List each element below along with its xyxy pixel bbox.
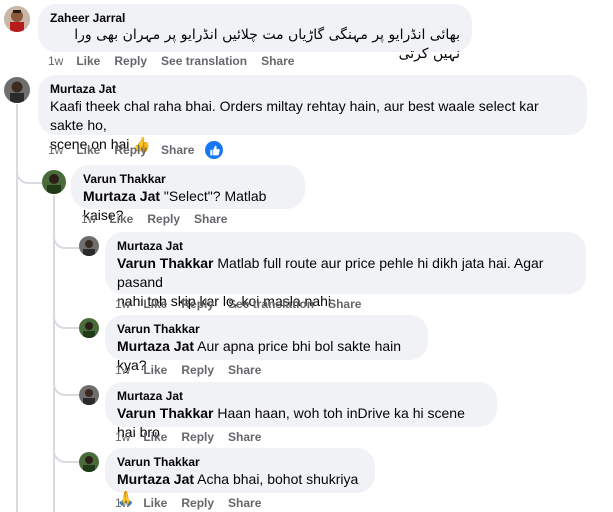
comment-actions: 1w Like Reply See translation Share (115, 297, 375, 311)
comment-bubble: Murtaza Jat Kaafi theek chal raha bhai. … (38, 75, 587, 152)
thumbs-up-icon (210, 145, 220, 155)
reply-button[interactable]: Reply (114, 54, 147, 68)
like-button[interactable]: Like (76, 54, 100, 68)
reply-button[interactable]: Reply (181, 496, 214, 510)
comment-time[interactable]: 1w (115, 496, 130, 510)
reply-button[interactable]: Reply (181, 430, 214, 444)
thread-curve (53, 305, 81, 329)
see-translation-link[interactable]: See translation (228, 297, 314, 311)
like-button[interactable]: Like (143, 496, 167, 510)
user-avatar-icon (79, 236, 99, 256)
comment-author[interactable]: Murtaza Jat (117, 239, 574, 254)
comment-time[interactable]: 1w (115, 363, 130, 377)
comment-actions: 1w Like Reply Share (115, 496, 275, 510)
comment-author[interactable]: Varun Thakkar (117, 322, 416, 337)
comment-time[interactable]: 1w (115, 297, 130, 311)
thread-curve (53, 225, 81, 249)
comment-author[interactable]: Murtaza Jat (50, 82, 575, 97)
user-avatar-icon (79, 385, 99, 405)
thread-curve (53, 439, 81, 463)
avatar[interactable] (79, 236, 99, 256)
avatar[interactable] (79, 452, 99, 472)
like-button[interactable]: Like (143, 363, 167, 377)
avatar[interactable] (4, 6, 30, 32)
user-avatar-icon (4, 6, 30, 32)
comment-text: Acha bhai, bohot shukriya (197, 471, 359, 487)
comment-actions: 1w Like Reply Share (115, 363, 275, 377)
comment-time[interactable]: 1w (81, 212, 96, 226)
like-reaction-icon[interactable] (205, 141, 224, 159)
comment-actions: 1w Like Reply See translation Share (48, 54, 308, 68)
share-button[interactable]: Share (228, 363, 261, 377)
thread-curve (53, 372, 81, 396)
comment-bubble: Zaheer Jarral بھائی انڈرایو پر مہنگی گاڑ… (38, 4, 472, 62)
comment-time[interactable]: 1w (115, 430, 130, 444)
comment-actions: 1w Like Reply Share (81, 212, 241, 226)
like-button[interactable]: Like (143, 297, 167, 311)
mention-link[interactable]: Murtaza Jat (117, 471, 194, 487)
mention-link[interactable]: Murtaza Jat (83, 188, 160, 204)
share-button[interactable]: Share (328, 297, 361, 311)
reply-button[interactable]: Reply (181, 363, 214, 377)
user-avatar-icon (79, 318, 99, 338)
comment-author[interactable]: Varun Thakkar (117, 455, 363, 470)
comment-actions: 1w Like Reply Share (48, 141, 224, 159)
mention-link[interactable]: Varun Thakkar (117, 255, 214, 271)
user-avatar-icon (79, 452, 99, 472)
comment-time[interactable]: 1w (48, 143, 63, 157)
reply-button[interactable]: Reply (114, 143, 147, 157)
mention-link[interactable]: Murtaza Jat (117, 338, 194, 354)
comment-text-line: Varun Thakkar Matlab full route aur pric… (117, 254, 574, 292)
comment-time[interactable]: 1w (48, 54, 63, 68)
avatar[interactable] (79, 318, 99, 338)
reply-button[interactable]: Reply (147, 212, 180, 226)
share-button[interactable]: Share (228, 496, 261, 510)
share-button[interactable]: Share (228, 430, 261, 444)
mention-link[interactable]: Varun Thakkar (117, 405, 214, 421)
avatar[interactable] (4, 77, 30, 103)
comment-bubble: Varun Thakkar Murtaza Jat Aur apna price… (105, 315, 428, 373)
like-button[interactable]: Like (109, 212, 133, 226)
comment-author[interactable]: Zaheer Jarral (50, 11, 460, 26)
share-button[interactable]: Share (161, 143, 194, 157)
comment-bubble: Varun Thakkar Murtaza Jat Acha bhai, boh… (105, 448, 375, 506)
comment-actions: 1w Like Reply Share (115, 430, 275, 444)
comment-bubble: Varun Thakkar Murtaza Jat "Select"? Matl… (71, 165, 305, 223)
like-button[interactable]: Like (143, 430, 167, 444)
user-avatar-icon (4, 77, 30, 103)
like-button[interactable]: Like (76, 143, 100, 157)
comment-bubble: Murtaza Jat Varun Thakkar Haan haan, woh… (105, 382, 497, 440)
avatar[interactable] (79, 385, 99, 405)
user-avatar-icon (42, 170, 66, 194)
share-button[interactable]: Share (194, 212, 227, 226)
comment-bubble: Murtaza Jat Varun Thakkar Matlab full ro… (105, 232, 586, 309)
share-button[interactable]: Share (261, 54, 294, 68)
reply-button[interactable]: Reply (181, 297, 214, 311)
comment-author[interactable]: Murtaza Jat (117, 389, 485, 404)
avatar[interactable] (42, 170, 66, 194)
comment-author[interactable]: Varun Thakkar (83, 172, 293, 187)
see-translation-link[interactable]: See translation (161, 54, 247, 68)
comment-text: Kaafi theek chal raha bhai. Orders milta… (50, 98, 539, 133)
